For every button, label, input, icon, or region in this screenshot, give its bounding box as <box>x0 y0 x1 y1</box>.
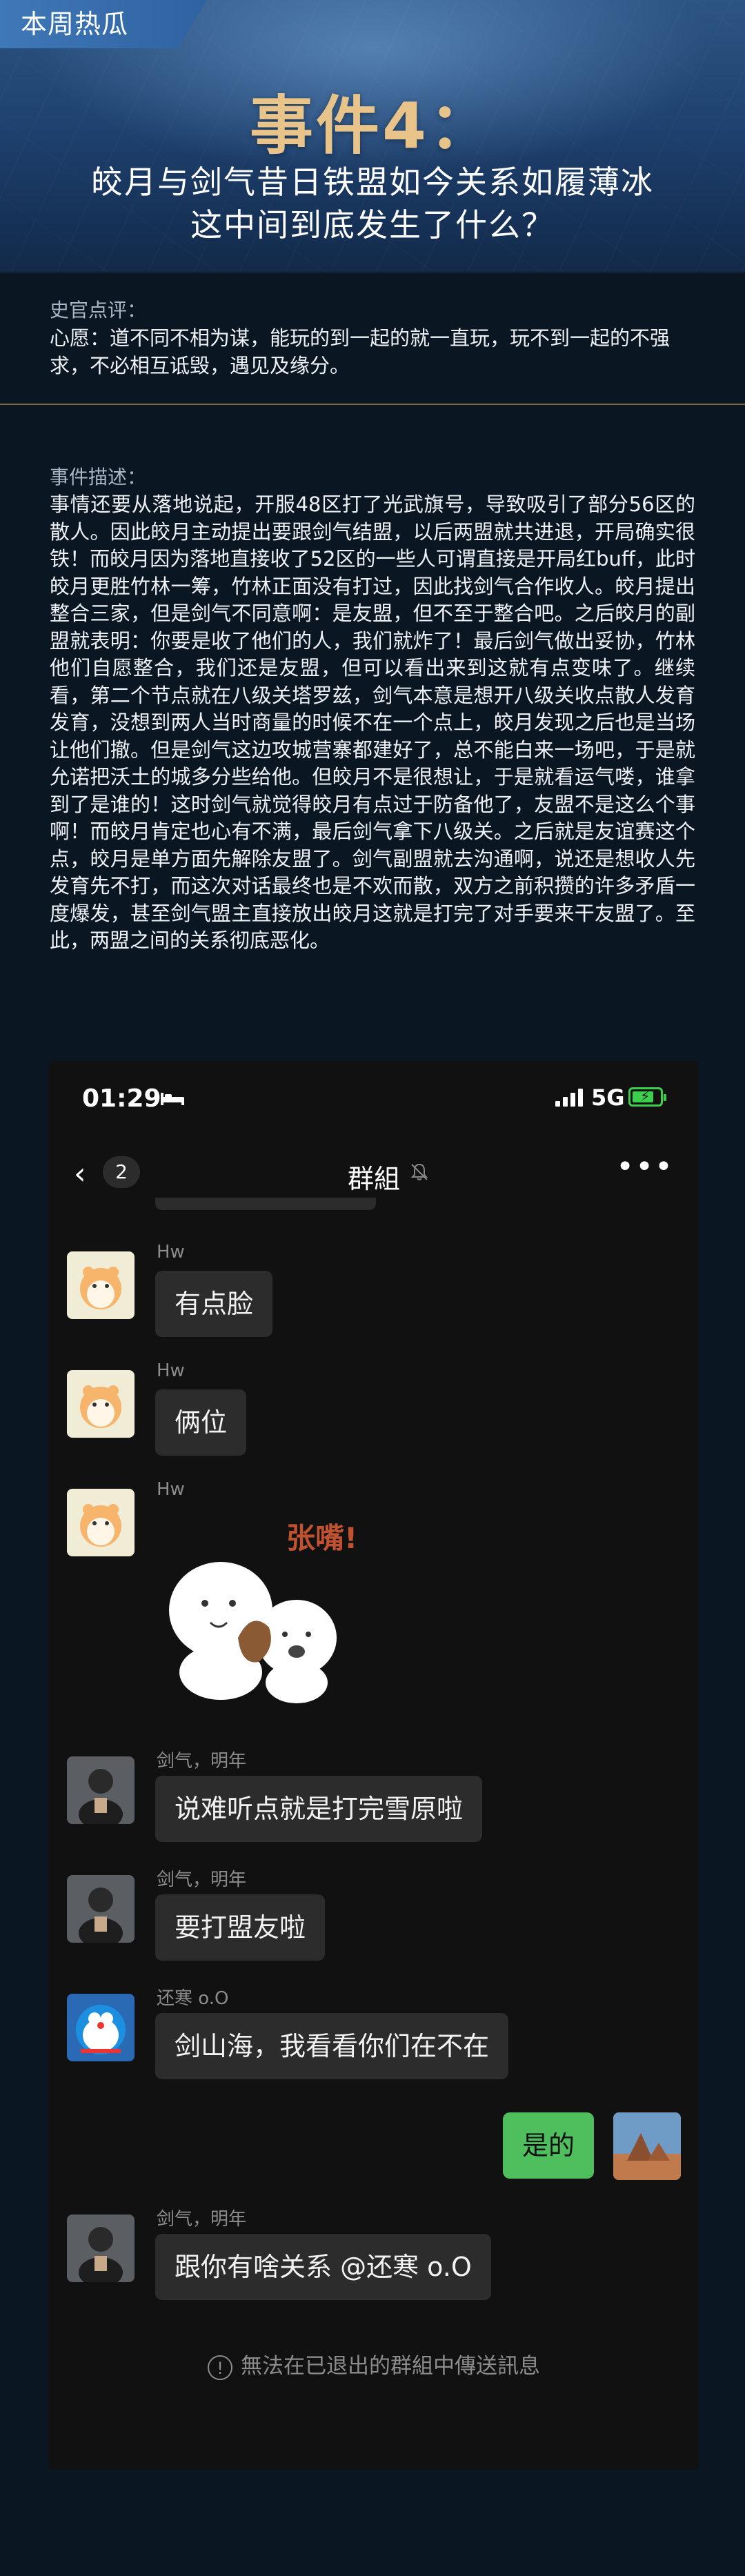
status-time: 01:29 <box>82 1084 161 1113</box>
exit-notice: ! 無法在已退出的群組中傳送訊息 <box>49 2348 699 2380</box>
hamster-avatar[interactable] <box>67 1489 135 1556</box>
hamster-avatar[interactable] <box>67 1370 135 1438</box>
person-avatar[interactable] <box>67 1756 135 1824</box>
person-avatar[interactable] <box>67 1875 135 1943</box>
more-options-icon[interactable]: ••• <box>616 1149 674 1185</box>
description-label: 事件描述： <box>50 466 147 488</box>
sticker-image[interactable]: 张嘴! <box>155 1507 376 1707</box>
event-title-line1: 皎月与剑气昔日铁盟如今关系如履薄冰 <box>91 164 654 201</box>
doraemon-avatar[interactable] <box>67 1994 135 2061</box>
sender-name: Hw <box>157 1242 185 1262</box>
event-title-line2: 这中间到底发生了什么？ <box>190 206 555 244</box>
notice-text: 無法在已退出的群組中傳送訊息 <box>241 2354 540 2379</box>
hero-banner: 本周热瓜 事件4： 皎月与剑气昔日铁盟如今关系如履薄冰 这中间到底发生了什么？ <box>0 0 745 273</box>
sender-name: 剑气，明年 <box>157 2209 247 2230</box>
sender-name: Hw <box>157 1479 185 1500</box>
mute-bell-icon <box>410 1163 428 1180</box>
chat-nav-bar: ‹ 2 群組 ••• <box>49 1137 699 1206</box>
info-icon: ! <box>208 2355 232 2380</box>
message-bubble[interactable]: 有点脸 <box>155 1271 273 1337</box>
message-bubble-self[interactable]: 是的 <box>502 2112 594 2179</box>
battery-charging-icon: ⚡ <box>628 1087 666 1107</box>
hamster-avatar[interactable] <box>67 1251 135 1319</box>
message-bubble[interactable]: 剑山海，我看看你们在不在 <box>155 2013 509 2079</box>
sender-name: Hw <box>157 1360 185 1381</box>
sticker-caption: 张嘴! <box>286 1521 357 1555</box>
sender-name: 剑气，明年 <box>157 1870 247 1890</box>
event-description: 事件描述： 事情还要从落地说起，开服48区打了光武旗号，导致吸引了部分56区的散… <box>50 464 695 955</box>
section-tag: 本周热瓜 <box>0 0 207 48</box>
landscape-avatar[interactable] <box>613 2112 681 2180</box>
person-avatar[interactable] <box>67 2215 135 2282</box>
comment-text: 心愿：道不同不相为谋，能玩的到一起的就一直玩，玩不到一起的不强求，不必相互诋毁，… <box>50 326 670 377</box>
sender-name: 剑气，明年 <box>157 1751 247 1772</box>
network-label: 5G <box>591 1084 625 1111</box>
historian-comment: 史官点评： 心愿：道不同不相为谋，能玩的到一起的就一直玩，玩不到一起的不强求，不… <box>50 297 695 379</box>
status-bar: 01:29 5G ⚡ <box>49 1061 699 1137</box>
description-text: 事情还要从落地说起，开服48区打了光武旗号，导致吸引了部分56区的散人。因此皎月… <box>50 493 695 952</box>
message-bubble[interactable]: 俩位 <box>155 1389 247 1456</box>
chat-title: 群組 <box>347 1164 400 1194</box>
sender-name: 还寒 o.O <box>157 1988 229 2009</box>
message-bubble[interactable]: 跟你有啥关系 @还寒 o.O <box>155 2234 491 2300</box>
chat-screenshot: 01:29 5G ⚡ ‹ 2 群組 ••• Hw 有点脸 Hw 俩位 Hw 张嘴… <box>49 1061 699 2470</box>
signal-icon <box>555 1089 583 1107</box>
event-number: 事件4： <box>249 89 495 163</box>
previous-message-fragment <box>155 1198 376 1210</box>
sleep-icon <box>161 1093 184 1105</box>
gold-divider <box>0 404 745 405</box>
message-bubble[interactable]: 说难听点就是打完雪原啦 <box>155 1776 483 1842</box>
comment-label: 史官点评： <box>50 299 147 321</box>
message-bubble[interactable]: 要打盟友啦 <box>155 1894 326 1961</box>
